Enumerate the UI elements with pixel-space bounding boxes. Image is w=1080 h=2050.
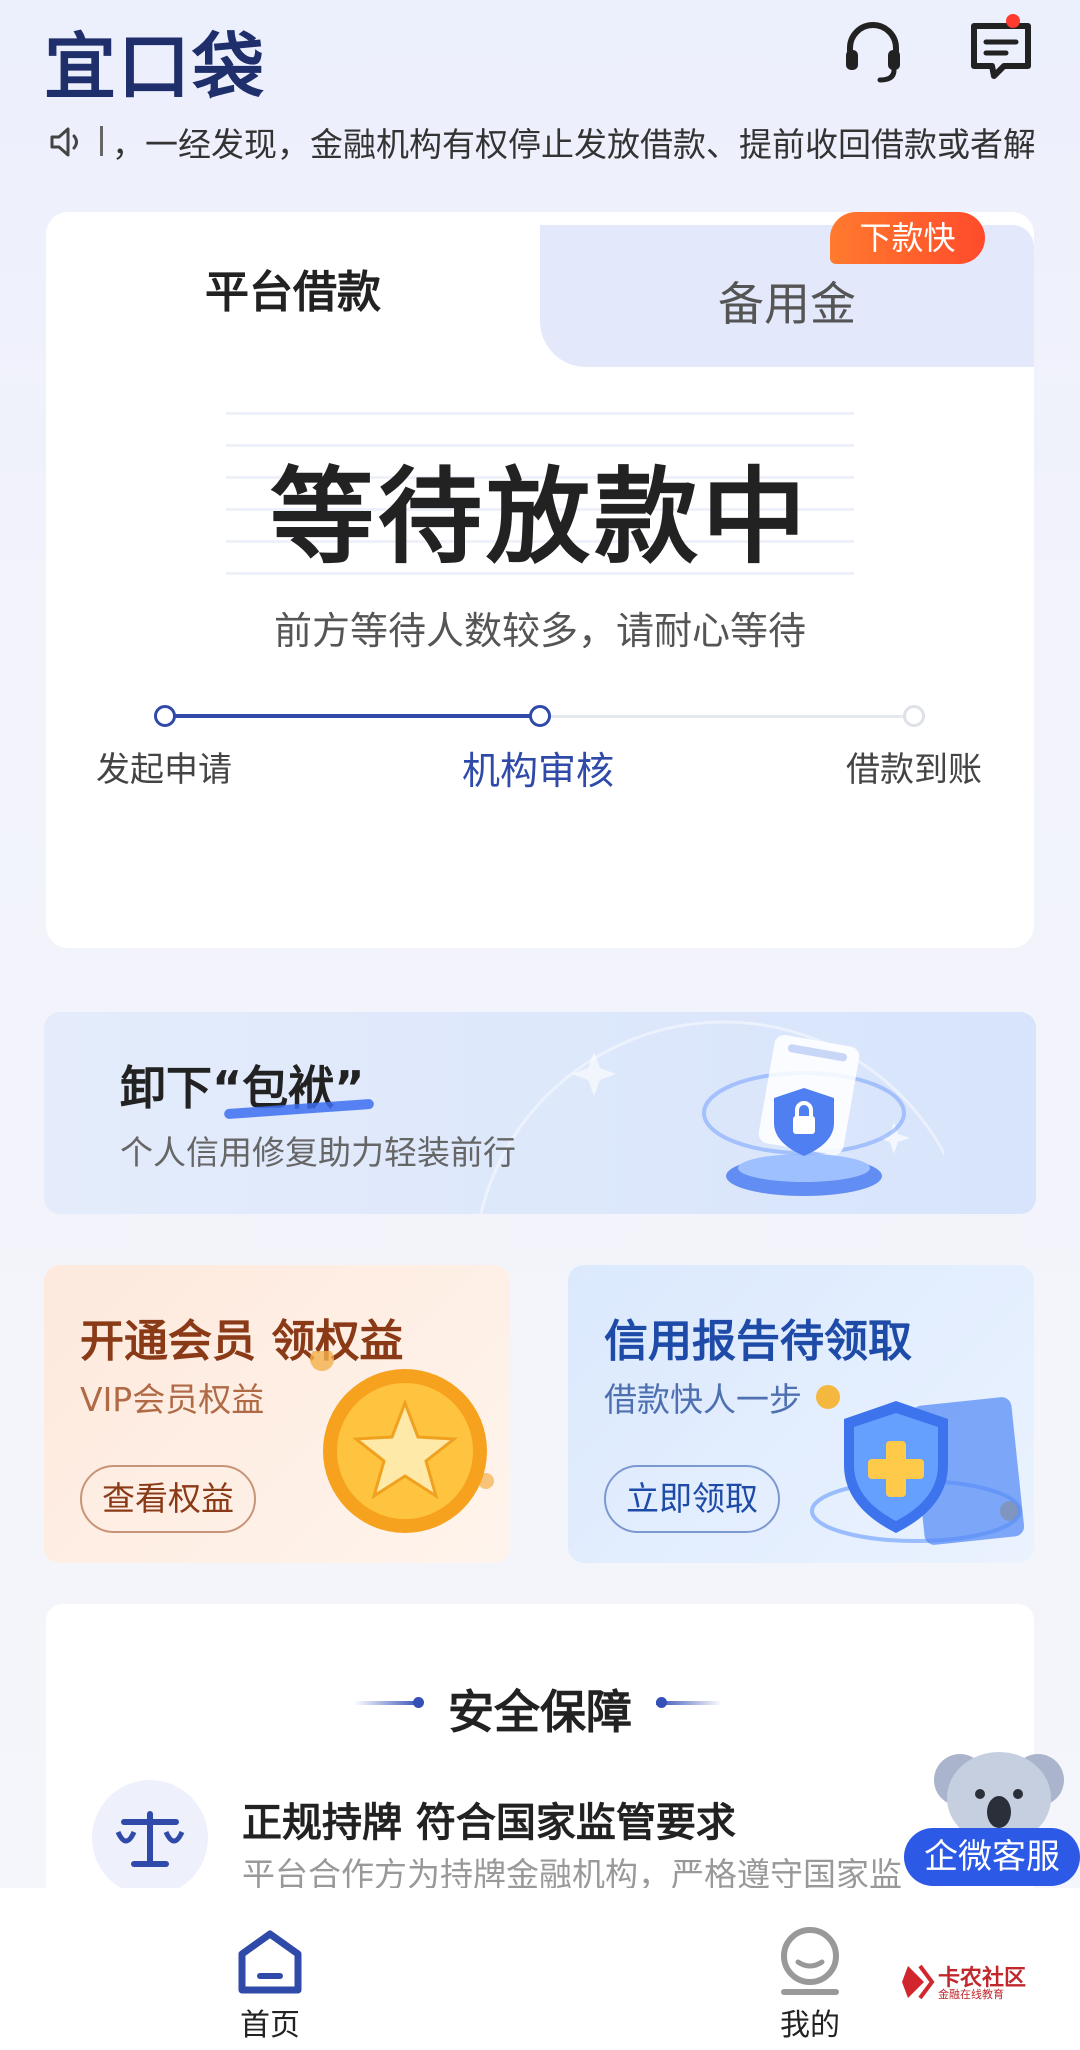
message-icon[interactable]: [966, 16, 1036, 86]
step-label-apply: 发起申请: [96, 750, 232, 790]
unread-dot: [1006, 14, 1020, 28]
credit-report-subtitle: 借款快人一步: [604, 1380, 802, 1419]
tab-reserve-fund-label[interactable]: 备用金: [540, 268, 1034, 334]
scale-icon: [92, 1780, 208, 1896]
notice-text: ，一经发现，金融机构有权停止发放借款、提前收回借款或者解除: [112, 125, 1034, 164]
credit-report-title: 信用报告待领取: [604, 1316, 912, 1367]
status-title: 等待放款中: [269, 456, 810, 578]
shield-lock-illustration: [702, 1034, 906, 1196]
vip-promo-card[interactable]: 开通会员 领权益 VIP会员权益 查看权益: [44, 1265, 510, 1563]
credit-repair-banner[interactable]: 卸下“包袱” 个人信用修复助力轻装前行: [44, 1012, 1036, 1214]
step-dot-review: [529, 705, 551, 727]
security-title: 安全保障: [448, 1685, 632, 1739]
banner-subtitle: 个人信用修复助力轻装前行: [120, 1133, 516, 1172]
tab-platform-loan-label[interactable]: 平台借款: [46, 256, 540, 320]
notice-bar[interactable]: ，一经发现，金融机构有权停止发放借款、提前收回借款或者解除: [44, 112, 1034, 172]
vip-promo-subtitle: VIP会员权益: [80, 1380, 265, 1419]
step-dot-arrive: [903, 705, 925, 727]
progress-line-done: [165, 714, 540, 718]
security-item-title: 正规持牌 符合国家监管要求: [242, 1800, 736, 1846]
watermark-subtitle: 金融在线教育: [938, 1988, 1004, 2001]
fast-payout-badge: 下款快: [830, 212, 985, 264]
notice-divider: [100, 126, 103, 156]
speaker-icon: [50, 127, 78, 157]
wecom-service-button[interactable]: 企微客服: [904, 1828, 1080, 1886]
step-dot-apply: [154, 705, 176, 727]
app-header: 宜口袋: [0, 0, 1080, 110]
step-label-arrive: 借款到账: [846, 750, 982, 790]
app-logo: 宜口袋: [44, 25, 267, 109]
claim-now-button[interactable]: 立即领取: [604, 1465, 780, 1533]
nav-me-label[interactable]: 我的: [740, 2000, 880, 2044]
view-benefits-button[interactable]: 查看权益: [80, 1465, 256, 1533]
credit-report-card[interactable]: 信用报告待领取 借款快人一步 立即领取: [568, 1265, 1034, 1563]
star-coin-icon: [310, 1351, 494, 1533]
headset-icon[interactable]: [838, 16, 908, 86]
step-label-review: 机构审核: [462, 749, 615, 793]
nav-home-label[interactable]: 首页: [200, 2000, 340, 2044]
shield-report-icon: [810, 1385, 1025, 1545]
status-subtitle: 前方等待人数较多，请耐心等待: [273, 609, 806, 653]
progress-line-todo: [540, 715, 914, 718]
